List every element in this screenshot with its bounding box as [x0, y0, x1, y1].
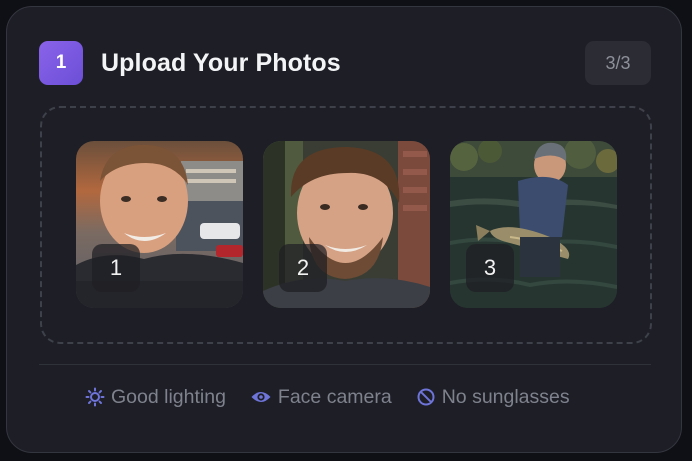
photo-dropzone[interactable]: 1 2 3: [40, 106, 652, 344]
photo-number-badge: 3: [466, 244, 514, 292]
photo-thumbnail-1[interactable]: 1: [76, 141, 243, 308]
photo-thumbnail-3[interactable]: 3: [450, 141, 617, 308]
sun-icon: [85, 387, 105, 407]
tip-label: Good lighting: [111, 385, 226, 408]
photo-number-badge: 1: [92, 244, 140, 292]
card-header: 1 Upload Your Photos 3/3: [39, 41, 651, 85]
tip-label: Face camera: [277, 385, 392, 408]
upload-card: 1 Upload Your Photos 3/3 1 2 3 Good ligh…: [6, 6, 682, 453]
photo-thumbnail-2[interactable]: 2: [263, 141, 430, 308]
no-symbol-icon: [417, 388, 435, 406]
card-title: Upload Your Photos: [101, 48, 341, 77]
photo-tips: Good lighting Face camera No sunglasses: [85, 383, 594, 411]
eye-icon: [251, 392, 271, 402]
tip-face-camera: Face camera: [250, 386, 392, 409]
tip-good-lighting: Good lighting: [85, 386, 226, 409]
divider: [39, 364, 651, 365]
tip-label: No sunglasses: [441, 385, 570, 408]
photo-counter-badge: 3/3: [585, 41, 651, 85]
tip-no-sunglasses: No sunglasses: [416, 386, 570, 409]
step-number-badge: 1: [39, 41, 83, 85]
photo-number-badge: 2: [279, 244, 327, 292]
